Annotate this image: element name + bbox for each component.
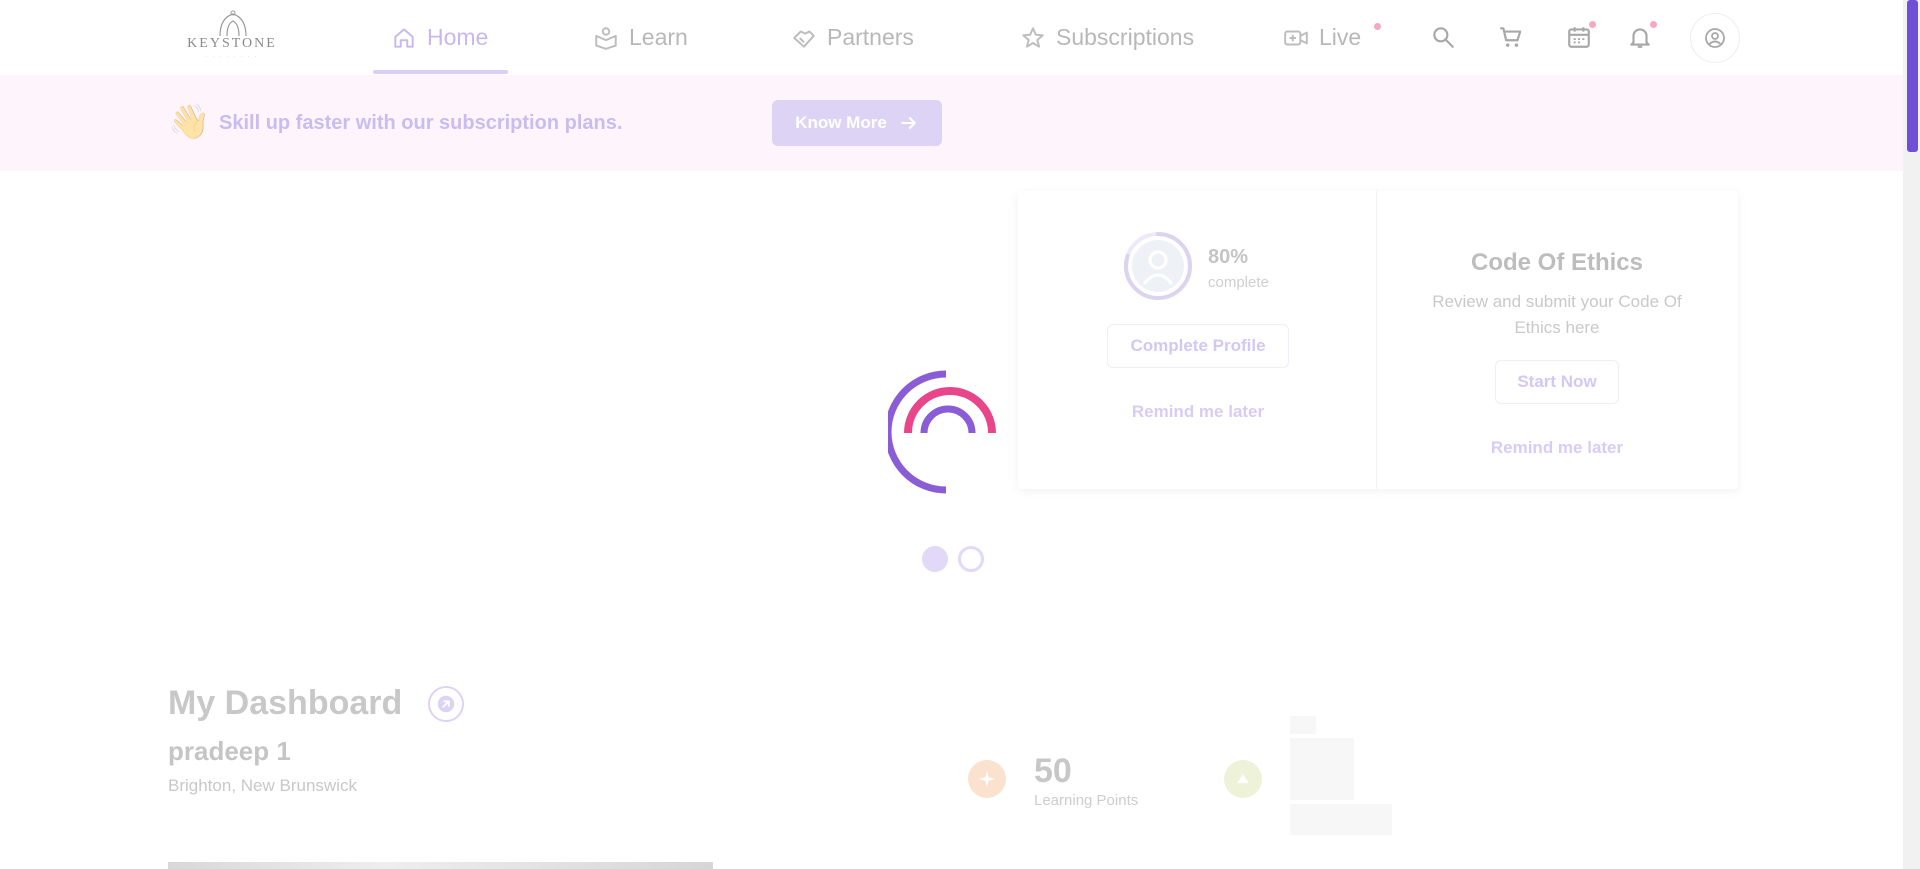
waving-hand-icon: 👋 <box>168 103 211 141</box>
search-icon <box>1433 27 1454 48</box>
nav-learn[interactable]: Learn <box>593 0 688 75</box>
learn-icon <box>595 26 617 50</box>
search-button[interactable] <box>1428 22 1458 52</box>
learning-points-value: 50 <box>1034 752 1072 790</box>
bell-icon <box>1630 28 1650 48</box>
user-location: Brighton, New Brunswick <box>168 776 357 795</box>
nav-home-label: Home <box>427 24 489 50</box>
top-navbar: KEYSTONE · · · · · · · · Home Learn Part… <box>0 0 1903 75</box>
know-more-button[interactable]: Know More <box>772 100 942 146</box>
nav-learn-label: Learn <box>629 24 688 50</box>
dashboard-title: My Dashboard <box>168 684 403 722</box>
partners-icon <box>793 30 815 48</box>
logo-text: KEYSTONE <box>187 36 277 51</box>
video-icon <box>1284 30 1308 45</box>
keystone-logo[interactable]: KEYSTONE · · · · · · · · <box>186 10 278 62</box>
home-icon <box>394 27 414 48</box>
sparkle-icon <box>978 770 996 788</box>
action-cards: 80% complete Complete Profile Remind me … <box>1018 191 1738 489</box>
profile-percent-label: complete <box>1208 274 1269 291</box>
profile-remind-later[interactable]: Remind me later <box>1078 402 1318 422</box>
profile-progress-ring <box>1124 232 1192 300</box>
course-image-preview <box>168 862 713 869</box>
banner-text: Skill up faster with our subscription pl… <box>219 112 623 134</box>
loading-spinner-icon <box>888 370 996 494</box>
calendar-notification-dot <box>1589 21 1596 28</box>
scrollbar-thumb[interactable] <box>1907 0 1918 152</box>
active-tab-indicator <box>373 70 509 74</box>
ethics-title: Code Of Ethics <box>1470 249 1644 276</box>
account-icon <box>1705 28 1725 48</box>
nav-home[interactable]: Home <box>373 0 509 75</box>
star-icon <box>1022 26 1044 48</box>
nav-partners[interactable]: Partners <box>791 0 914 75</box>
cart-icon <box>1500 27 1522 47</box>
nav-subscriptions-label: Subscriptions <box>1056 24 1195 50</box>
ethics-description: Review and submit your Code Of Ethics he… <box>1432 292 1682 337</box>
open-dashboard-button[interactable] <box>428 686 464 722</box>
nav-subscriptions[interactable]: Subscriptions <box>1020 0 1194 75</box>
carousel-dots <box>922 546 986 572</box>
subscription-banner: 👋 Skill up faster with our subscription … <box>0 75 1903 171</box>
carousel-dot[interactable] <box>958 546 984 572</box>
scrollbar-track[interactable] <box>1903 0 1920 869</box>
notification-dot <box>1650 21 1657 28</box>
rank-up-icon <box>1224 760 1262 798</box>
logo-subtext: · · · · · · · · <box>205 54 259 60</box>
complete-profile-button[interactable]: Complete Profile <box>1107 324 1289 368</box>
profile-percent: 80% <box>1208 246 1249 268</box>
external-link-icon <box>437 695 455 713</box>
logo-crest-icon <box>219 10 247 36</box>
skeleton-block <box>1290 738 1354 800</box>
card-divider <box>1376 191 1377 489</box>
skeleton-block <box>1290 716 1316 734</box>
skeleton-block <box>1290 804 1392 835</box>
ethics-remind-later[interactable]: Remind me later <box>1437 438 1677 458</box>
carousel-dot-active[interactable] <box>922 546 948 572</box>
arrow-right-icon <box>901 117 916 129</box>
learning-points-icon <box>968 760 1006 798</box>
live-notification-dot <box>1374 23 1381 30</box>
nav-partners-label: Partners <box>827 24 914 50</box>
account-button[interactable] <box>1690 13 1740 63</box>
know-more-label: Know More <box>795 113 887 132</box>
learning-points-label: Learning Points <box>1034 792 1139 809</box>
nav-live-label: Live <box>1319 24 1362 50</box>
nav-live[interactable]: Live <box>1283 0 1361 75</box>
cart-button[interactable] <box>1496 22 1526 52</box>
start-now-button[interactable]: Start Now <box>1495 360 1619 404</box>
user-name: pradeep 1 <box>168 736 291 766</box>
calendar-icon <box>1568 27 1590 48</box>
triangle-up-icon <box>1237 774 1249 784</box>
